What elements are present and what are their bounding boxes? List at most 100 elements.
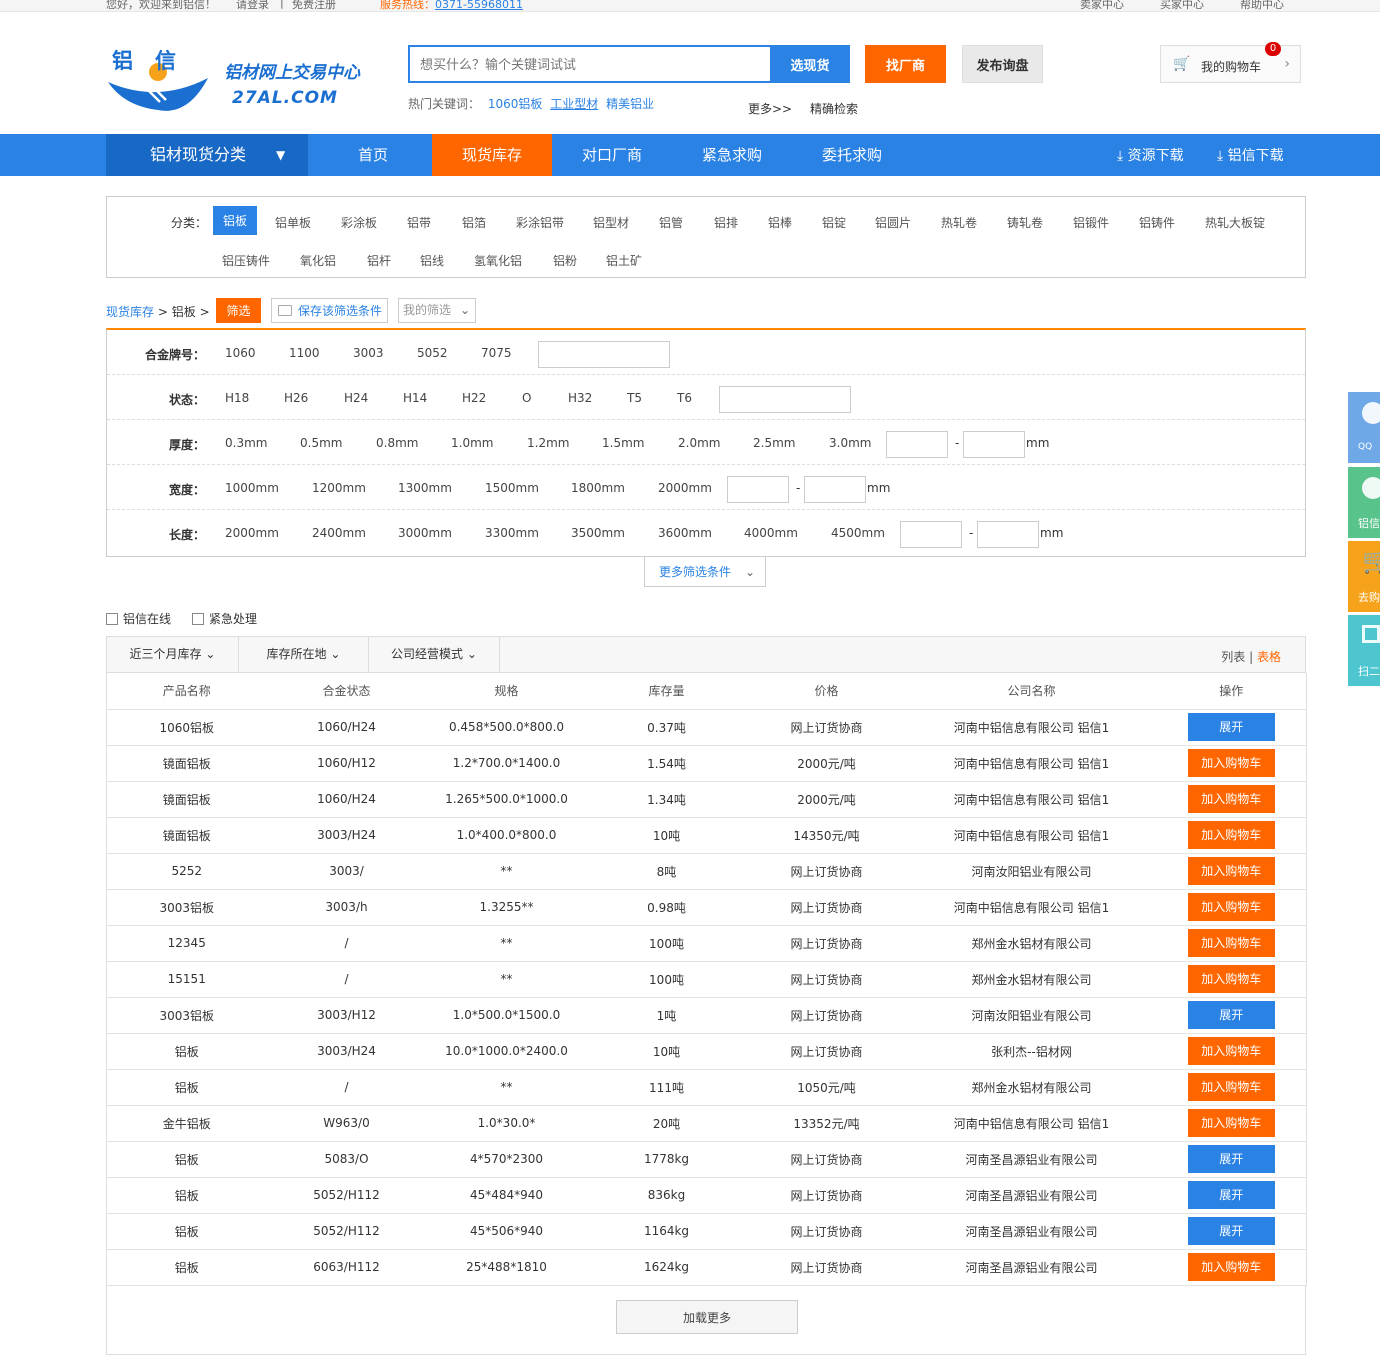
side-qq[interactable]: QQ [1348,392,1380,463]
filter-option[interactable]: 1.5mm [602,436,644,450]
find-factory-button[interactable]: 找厂商 [865,45,946,83]
recent-stock-dropdown[interactable]: 近三个月库存 ⌄ [107,637,239,672]
filter-option[interactable]: 4000mm [744,526,798,540]
category-tag[interactable]: 铝锻件 [1073,214,1109,231]
expand-button[interactable]: 展开 [1187,1001,1275,1029]
add-to-cart-button[interactable]: 加入购物车 [1187,749,1275,777]
filter-option[interactable]: H32 [568,391,592,405]
nav-entrusted-purchase[interactable]: 委托求购 [792,134,912,176]
filter-option[interactable]: 2.0mm [678,436,720,450]
expand-button[interactable]: 展开 [1187,1217,1275,1245]
search-input[interactable] [408,45,771,83]
category-tag[interactable]: 彩涂铝带 [516,214,564,231]
add-to-cart-button[interactable]: 加入购物车 [1187,1253,1275,1281]
nav-stock[interactable]: 现货库存 [432,134,552,176]
category-tag[interactable]: 铝压铸件 [222,252,270,269]
business-mode-dropdown[interactable]: 公司经营模式 ⌄ [369,637,500,672]
filter-option[interactable]: 3600mm [658,526,712,540]
filter-option[interactable]: H22 [462,391,486,405]
hot-keyword-3[interactable]: 精美铝业 [606,97,654,111]
category-tag[interactable]: 铝带 [407,214,431,231]
hotline-number[interactable]: 0371-55968011 [435,0,523,11]
thickness-max-input[interactable] [963,431,1025,458]
add-to-cart-button[interactable]: 加入购物车 [1187,929,1275,957]
load-more-button[interactable]: 加载更多 [616,1300,798,1334]
precise-search-link[interactable]: 精确检索 [810,100,858,117]
category-tag[interactable]: 热轧大板锭 [1205,214,1265,231]
filter-option[interactable]: 1200mm [312,481,366,495]
table-view-link[interactable]: 表格 [1257,650,1281,664]
cart-button[interactable]: 🛒 我的购物车 › 0 [1160,42,1301,83]
resource-download-link[interactable]: ⤓ 资源下载 [1117,134,1184,176]
filter-option[interactable]: 1060 [225,346,256,360]
nav-urgent-purchase[interactable]: 紧急求购 [672,134,792,176]
filter-option[interactable]: 1800mm [571,481,625,495]
add-to-cart-button[interactable]: 加入购物车 [1187,785,1275,813]
expand-button[interactable]: 展开 [1187,1145,1275,1173]
category-tag[interactable]: 铝排 [714,214,738,231]
side-lx[interactable]: 铝信 [1348,467,1380,538]
search-stock-button[interactable]: 选现货 [770,45,850,83]
add-to-cart-button[interactable]: 加入购物车 [1187,965,1275,993]
category-tag[interactable]: 热轧卷 [941,214,977,231]
urgent-checkbox[interactable]: 紧急处理 [192,610,257,627]
length-min-input[interactable] [900,521,962,548]
filter-option[interactable]: 1.0mm [451,436,493,450]
nav-factories[interactable]: 对口厂商 [552,134,672,176]
buyer-center-link[interactable]: 买家中心 [1160,0,1204,11]
list-view-link[interactable]: 列表 [1221,650,1245,664]
filter-option[interactable]: 3000mm [398,526,452,540]
filter-option[interactable]: T6 [677,391,692,405]
filter-option[interactable]: 0.3mm [225,436,267,450]
filter-option[interactable]: 0.8mm [376,436,418,450]
expand-button[interactable]: 展开 [1187,713,1275,741]
category-tag[interactable]: 铝锭 [822,214,846,231]
filter-option[interactable]: 1100 [289,346,320,360]
thickness-min-input[interactable] [886,431,948,458]
filter-option[interactable]: 3500mm [571,526,625,540]
save-filter-button[interactable]: 保存该筛选条件 [271,298,388,323]
register-link[interactable]: 免费注册 [292,0,336,11]
category-tag[interactable]: 铝杆 [367,252,391,269]
hot-keyword-2[interactable]: 工业型材 [550,97,598,111]
login-link[interactable]: 请登录 [236,0,269,11]
site-logo[interactable]: 铝信 铝材网上交易中心 27AL.COM [106,44,366,114]
post-inquiry-button[interactable]: 发布询盘 [962,45,1043,83]
filter-option[interactable]: 2000mm [225,526,279,540]
filter-option[interactable]: 1000mm [225,481,279,495]
filter-option[interactable]: 1500mm [485,481,539,495]
alloy-custom-input[interactable] [538,341,670,368]
filter-option[interactable]: 3300mm [485,526,539,540]
filter-option[interactable]: 3003 [353,346,384,360]
online-checkbox[interactable]: 铝信在线 [106,610,171,627]
filter-option[interactable]: 3.0mm [829,436,871,450]
category-tag-active[interactable]: 铝板 [213,206,258,235]
help-center-link[interactable]: 帮助中心 [1240,0,1284,11]
category-tag[interactable]: 铝单板 [275,214,311,231]
category-tag[interactable]: 铝线 [420,252,444,269]
filter-option[interactable]: 2.5mm [753,436,795,450]
category-tag[interactable]: 氧化铝 [300,252,336,269]
add-to-cart-button[interactable]: 加入购物车 [1187,1073,1275,1101]
temper-custom-input[interactable] [719,386,851,413]
add-to-cart-button[interactable]: 加入购物车 [1187,857,1275,885]
category-tag[interactable]: 铸轧卷 [1007,214,1043,231]
filter-option[interactable]: H26 [284,391,308,405]
breadcrumb-stock[interactable]: 现货库存 [106,305,154,319]
category-tag[interactable]: 彩涂板 [341,214,377,231]
expand-button[interactable]: 展开 [1187,1181,1275,1209]
filter-option[interactable]: 1300mm [398,481,452,495]
filter-option[interactable]: H14 [403,391,427,405]
filter-option[interactable]: 2400mm [312,526,366,540]
more-filters-button[interactable]: 更多筛选条件 ⌄ [644,557,766,587]
filter-option[interactable]: 4500mm [831,526,885,540]
category-menu[interactable]: 铝材现货分类 ▼ [106,134,308,176]
category-tag[interactable]: 铝型材 [593,214,629,231]
filter-option[interactable]: H18 [225,391,249,405]
width-max-input[interactable] [804,476,866,503]
location-dropdown[interactable]: 库存所在地 ⌄ [239,637,369,672]
filter-option[interactable]: T5 [627,391,642,405]
category-tag[interactable]: 铝粉 [553,252,577,269]
seller-center-link[interactable]: 卖家中心 [1080,0,1124,11]
category-tag[interactable]: 铝土矿 [606,252,642,269]
